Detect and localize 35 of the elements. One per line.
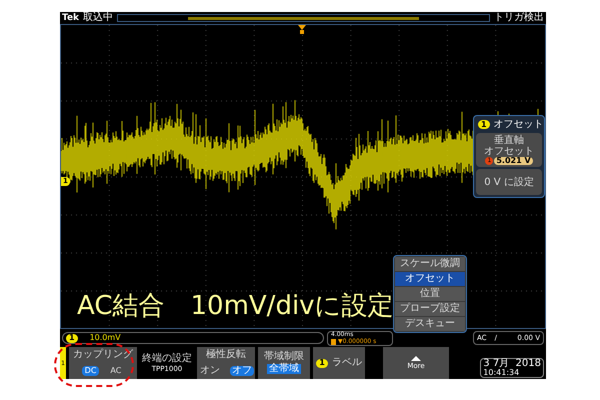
scale-text: 10.0mV [90,334,121,342]
set-zero-button[interactable]: 0 V に設定 [476,169,542,195]
invert-button[interactable]: 極性反転 オン オフ [197,347,255,379]
up-arrow-icon [411,356,421,361]
channel-badge: 1 [66,334,78,342]
offset-label: オフセット [484,146,534,157]
date-text: 3 7月 2018 [483,359,541,369]
panel-title: オフセット [494,120,544,130]
offset-value: 5.021 V [494,157,533,165]
caption-text: AC結合 10mV/divに設定 [77,293,394,319]
label-text: ラベル [332,358,362,368]
coupling-option[interactable]: AC [107,366,124,376]
bandwidth-value: 全帯域 [267,364,301,374]
trigger-position-icon [298,25,306,34]
brand-logo: Tek [62,14,80,22]
menu-item[interactable]: 位置 [395,287,465,301]
channel-badge: 1 [478,120,490,129]
menu-item[interactable]: スケール微調 [395,257,465,271]
menu-item[interactable]: プローブ設定 [395,302,465,316]
time-text: 10:41:34 [483,369,520,377]
bandwidth-label: 帯域制限 [264,352,304,362]
menu-item[interactable]: デスキュー [395,317,465,331]
termination-label: 終端の設定 [142,354,192,364]
coupling-option[interactable]: DC [82,366,100,376]
offset-label: 垂直軸 [494,135,524,146]
trigger-status: トリガ検出 [494,13,544,23]
label-button[interactable]: 1 ラベル [313,347,365,379]
bandwidth-button[interactable]: 帯域制限 全帯域 [258,347,310,379]
acquisition-status: 取込中 [83,13,114,23]
channel-badge: 1 [316,358,328,368]
trigger-badge-icon [331,338,336,344]
invert-option[interactable]: オン [198,366,222,376]
invert-option[interactable]: オフ [230,366,254,376]
invert-label: 極性反転 [206,350,246,360]
menu-item[interactable]: オフセット [395,272,465,286]
